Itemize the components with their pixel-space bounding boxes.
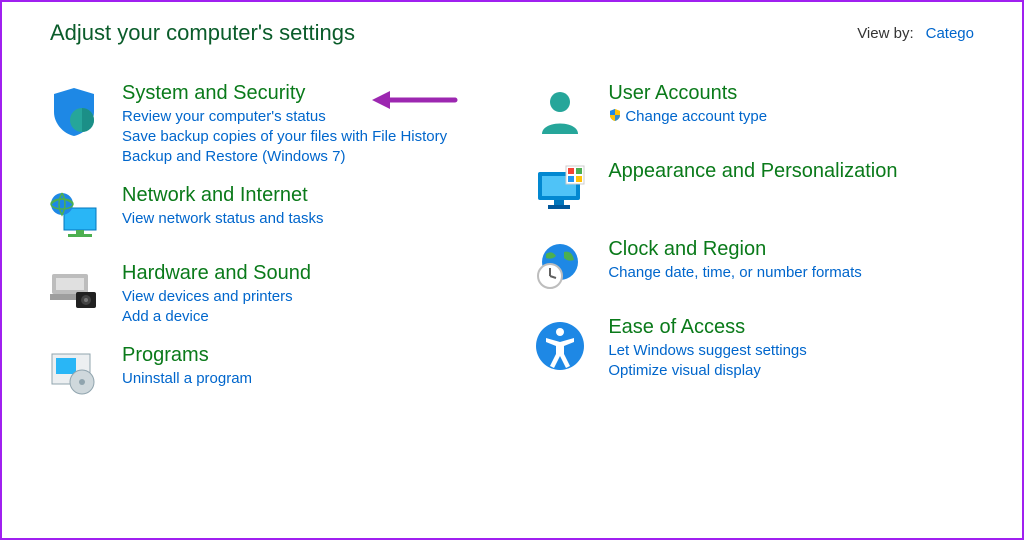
category-title-programs[interactable]: Programs [122,344,209,367]
category-clock-region: Clock and Region Change date, time, or n… [528,236,982,300]
link-backup-restore[interactable]: Backup and Restore (Windows 7) [122,148,447,165]
page-title: Adjust your computer's settings [50,20,355,46]
shield-icon [42,80,106,144]
category-hardware-sound: Hardware and Sound View devices and prin… [42,260,518,328]
category-title-ease-of-access[interactable]: Ease of Access [608,316,745,339]
link-date-time-formats[interactable]: Change date, time, or number formats [608,264,861,281]
hardware-icon [42,260,106,324]
category-title-appearance[interactable]: Appearance and Personalization [608,160,897,183]
view-by-selector: View by: Catego [857,25,974,42]
link-suggest-settings[interactable]: Let Windows suggest settings [608,342,806,359]
link-optimize-display[interactable]: Optimize visual display [608,362,806,379]
category-user-accounts: User Accounts Change account type [528,80,982,144]
category-title-network-internet[interactable]: Network and Internet [122,184,308,207]
accessibility-icon [528,314,592,378]
view-by-value[interactable]: Catego [926,25,974,42]
category-title-clock-region[interactable]: Clock and Region [608,238,766,261]
category-title-hardware-sound[interactable]: Hardware and Sound [122,262,311,285]
clock-region-icon [528,236,592,300]
link-devices-printers[interactable]: View devices and printers [122,288,311,305]
link-uninstall-program[interactable]: Uninstall a program [122,370,252,387]
uac-shield-icon [608,108,622,126]
programs-icon [42,342,106,406]
appearance-icon [528,158,592,222]
category-system-security: System and Security Review your computer… [42,80,518,168]
link-file-history[interactable]: Save backup copies of your files with Fi… [122,128,447,145]
category-title-user-accounts[interactable]: User Accounts [608,82,737,105]
user-icon [528,80,592,144]
link-network-status[interactable]: View network status and tasks [122,210,324,227]
link-change-account-type[interactable]: Change account type [608,108,767,126]
category-title-system-security[interactable]: System and Security [122,82,305,105]
link-change-account-type-text: Change account type [625,108,767,125]
view-by-label: View by: [857,25,913,42]
category-network-internet: Network and Internet View network status… [42,182,518,246]
category-ease-of-access: Ease of Access Let Windows suggest setti… [528,314,982,382]
category-appearance: Appearance and Personalization [528,158,982,222]
network-icon [42,182,106,246]
link-review-status[interactable]: Review your computer's status [122,108,447,125]
link-add-device[interactable]: Add a device [122,308,311,325]
category-programs: Programs Uninstall a program [42,342,518,406]
